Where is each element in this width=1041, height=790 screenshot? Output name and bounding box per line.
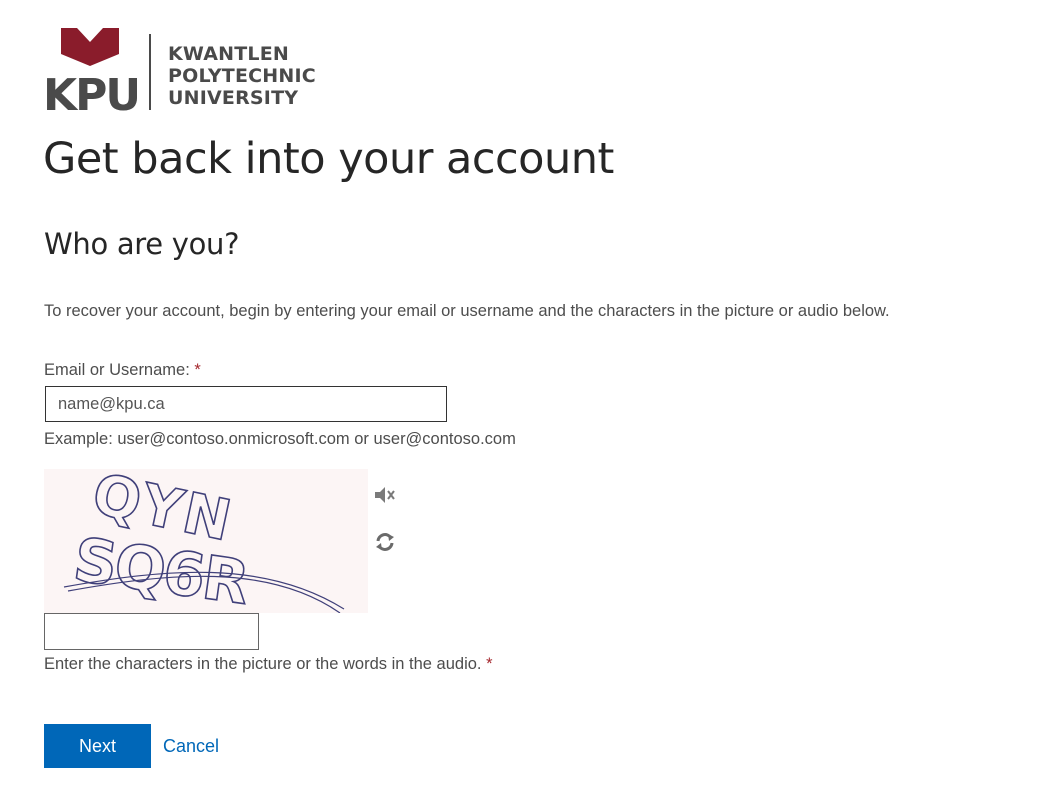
captcha-help: Enter the characters in the picture or t… <box>44 655 493 674</box>
email-label-text: Email or Username: <box>44 361 190 379</box>
university-name: KWANTLEN POLYTECHNIC UNIVERSITY <box>168 43 316 109</box>
next-button[interactable]: Next <box>44 724 151 768</box>
logo-line-3: UNIVERSITY <box>168 87 299 109</box>
speaker-icon[interactable] <box>373 485 397 505</box>
logo-line-2: POLYTECHNIC <box>168 65 316 87</box>
email-example: Example: user@contoso.onmicrosoft.com or… <box>44 430 516 448</box>
page-title: Get back into your account <box>43 134 614 184</box>
logo-divider <box>149 34 151 110</box>
email-label: Email or Username: * <box>44 361 201 380</box>
email-input[interactable] <box>45 386 447 422</box>
cancel-link[interactable]: Cancel <box>163 736 219 757</box>
captcha-input[interactable] <box>44 613 259 650</box>
captcha-help-text: Enter the characters in the picture or t… <box>44 655 482 673</box>
captcha-image: QYN SQ6R <box>44 469 368 613</box>
svg-text:KPU: KPU <box>43 70 137 112</box>
captcha-required-mark: * <box>486 655 493 673</box>
kpu-logo: KPU KWANTLEN POLYTECHNIC UNIVERSITY <box>43 26 343 114</box>
refresh-icon[interactable] <box>374 531 396 553</box>
password-reset-page: KPU KWANTLEN POLYTECHNIC UNIVERSITY Get … <box>0 0 1041 790</box>
required-mark: * <box>194 361 201 379</box>
section-title: Who are you? <box>44 227 240 261</box>
intro-text: To recover your account, begin by enteri… <box>44 302 890 320</box>
kpu-logo-mark: KPU <box>43 28 137 112</box>
logo-line-1: KWANTLEN <box>168 43 289 65</box>
